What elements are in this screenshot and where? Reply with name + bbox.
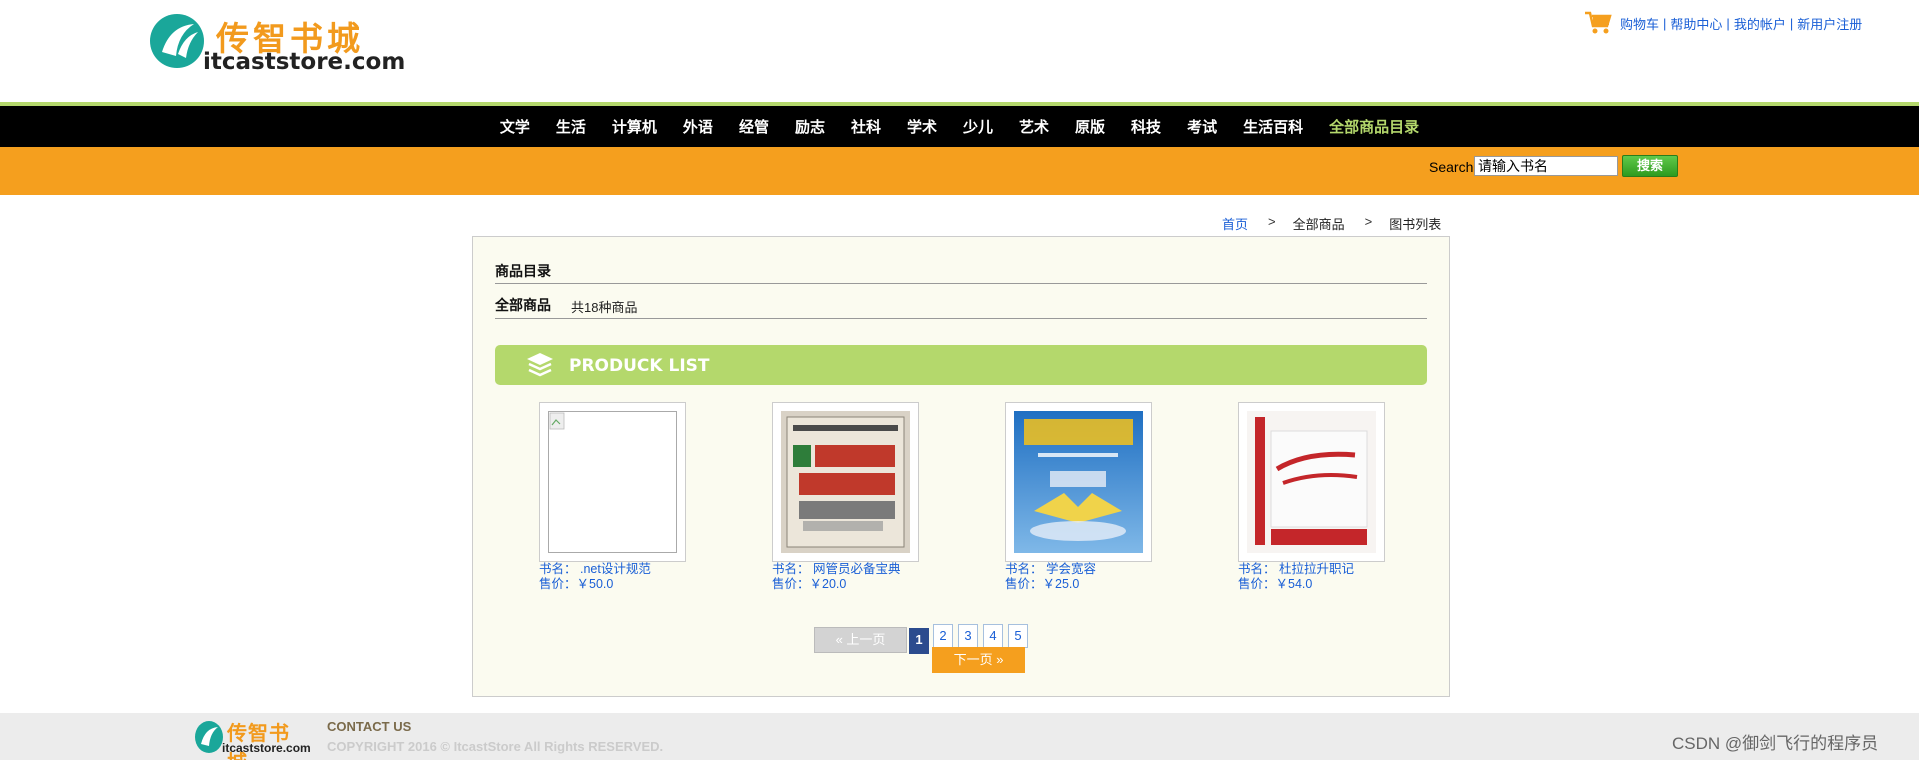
footer-logo[interactable]: 传智书城 itcaststore.com [194,717,311,760]
product-panel: 商品目录 全部商品 共18种商品 PRODUCK LIST 书名： .net设计… [472,236,1450,697]
next-page-button[interactable]: 下一页 » [932,647,1025,673]
product-card: 书名： 杜拉拉升职记 售价：￥54.0 [1238,402,1408,592]
product-image-frame[interactable] [1238,402,1385,562]
nav-item-management[interactable]: 经管 [739,116,769,137]
site-logo[interactable]: 传智书城 itcaststore.com [148,12,405,75]
breadcrumb-arrow: > [1268,214,1276,229]
link-separator: | [1726,15,1730,31]
page-number[interactable]: 4 [983,624,1003,648]
category-nav: 文学 生活 计算机 外语 经管 励志 社科 学术 少儿 艺术 原版 科技 考试 … [0,106,1919,147]
book-name-label: 书名： [1238,562,1276,576]
book-name[interactable]: .net设计规范 [580,562,651,576]
logo-mark-icon [150,14,204,68]
prev-page-label: 上一页 [846,632,886,647]
footer-logo-en: itcaststore.com [222,741,311,755]
book-price: ￥50.0 [576,577,614,591]
breadcrumb-book-list: 图书列表 [1389,217,1442,232]
contact-us-link[interactable]: CONTACT US [327,719,411,734]
search-button[interactable]: 搜索 [1622,155,1678,177]
nav-item-life[interactable]: 生活 [556,116,586,137]
divider [495,283,1427,284]
book-cover-image [1247,411,1376,553]
product-caption[interactable]: 书名： 学会宽容 售价：￥25.0 [1005,562,1175,592]
divider [495,318,1427,319]
page-number-current[interactable]: 1 [909,628,929,654]
book-name[interactable]: 学会宽容 [1046,562,1096,576]
nav-item-all-catalog[interactable]: 全部商品目录 [1329,116,1419,137]
book-price: ￥25.0 [1042,577,1080,591]
banner-title: PRODUCK LIST [569,356,710,376]
logo-mark-icon [195,721,223,753]
link-account[interactable]: 我的帐户 [1734,14,1786,33]
search-bar: Search 搜索 [0,147,1919,195]
breadcrumb-home[interactable]: 首页 [1222,214,1248,233]
page-number[interactable]: 2 [933,624,953,648]
double-chevron-left-icon: « [835,632,843,647]
all-goods-label: 全部商品 [495,297,551,313]
product-caption[interactable]: 书名： .net设计规范 售价：￥50.0 [539,562,709,592]
book-price-label: 售价： [772,577,810,591]
book-price-label: 售价： [1238,577,1276,591]
product-image-frame[interactable] [539,402,686,562]
link-help[interactable]: 帮助中心 [1670,14,1722,33]
product-list-banner: PRODUCK LIST [495,345,1427,385]
book-price: ￥54.0 [1275,577,1313,591]
site-header: 传智书城 itcaststore.com 购物车 | 帮助中心 | 我的帐户 |… [0,0,1919,102]
nav-item-children[interactable]: 少儿 [963,116,993,137]
nav-item-social-science[interactable]: 社科 [851,116,881,137]
top-links: 购物车 | 帮助中心 | 我的帐户 | 新用户注册 [1584,10,1862,36]
double-chevron-right-icon: » [996,652,1004,667]
csdn-watermark: CSDN @御剑飞行的程序员 [1672,734,1879,753]
link-separator: | [1663,15,1667,31]
product-image-frame[interactable] [772,402,919,562]
product-image-frame[interactable] [1005,402,1152,562]
nav-item-academic[interactable]: 学术 [907,116,937,137]
search-label: Search [1429,159,1474,175]
book-name[interactable]: 杜拉拉升职记 [1279,562,1354,576]
page-number[interactable]: 3 [958,624,978,648]
search-input[interactable] [1474,156,1618,176]
link-cart[interactable]: 购物车 [1620,14,1659,33]
link-separator: | [1789,15,1794,31]
nav-item-computer[interactable]: 计算机 [612,116,657,137]
book-cover-image [1014,411,1143,553]
book-cover-image [781,411,910,553]
nav-item-literature[interactable]: 文学 [500,116,530,137]
copyright-text: COPYRIGHT 2016 © ItcastStore All Rights … [327,739,664,754]
product-card: 书名： .net设计规范 售价：￥50.0 [539,402,709,592]
book-price-label: 售价： [1005,577,1043,591]
shopping-cart-icon[interactable] [1584,10,1612,36]
product-caption[interactable]: 书名： 网管员必备宝典 售价：￥20.0 [772,562,942,592]
goods-count: 共18种商品 [571,300,638,315]
product-caption[interactable]: 书名： 杜拉拉升职记 售价：￥54.0 [1238,562,1408,592]
nav-item-technology[interactable]: 科技 [1131,116,1161,137]
book-price-label: 售价： [539,577,577,591]
nav-item-encyclopedia[interactable]: 生活百科 [1243,116,1303,137]
book-name-label: 书名： [1005,562,1043,576]
next-page-label: 下一页 [953,652,993,667]
book-price: ￥20.0 [809,577,847,591]
site-footer: 传智书城 itcaststore.com CONTACT US COPYRIGH… [0,713,1919,760]
breadcrumb-all-goods: 全部商品 [1292,217,1345,232]
breadcrumb: 首页 > 全部商品 > 图书列表 [1222,214,1441,233]
page-number[interactable]: 5 [1008,624,1028,648]
nav-item-exam[interactable]: 考试 [1187,116,1217,137]
breadcrumb-arrow: > [1364,214,1373,229]
nav-item-foreign-language[interactable]: 外语 [683,116,713,137]
nav-item-art[interactable]: 艺术 [1019,116,1049,137]
nav-item-inspiration[interactable]: 励志 [795,116,825,137]
book-name-label: 书名： [539,562,577,576]
link-register[interactable]: 新用户注册 [1797,14,1862,33]
broken-image-icon [548,411,677,553]
book-name[interactable]: 网管员必备宝典 [813,562,901,576]
layers-icon [527,353,553,377]
prev-page-button[interactable]: « 上一页 [814,627,907,653]
catalog-title: 商品目录 [495,263,551,279]
book-name-label: 书名： [772,562,810,576]
logo-en-text: itcaststore.com [203,49,406,75]
nav-item-original[interactable]: 原版 [1075,116,1105,137]
product-card: 书名： 网管员必备宝典 售价：￥20.0 [772,402,942,592]
product-card: 书名： 学会宽容 售价：￥25.0 [1005,402,1175,592]
